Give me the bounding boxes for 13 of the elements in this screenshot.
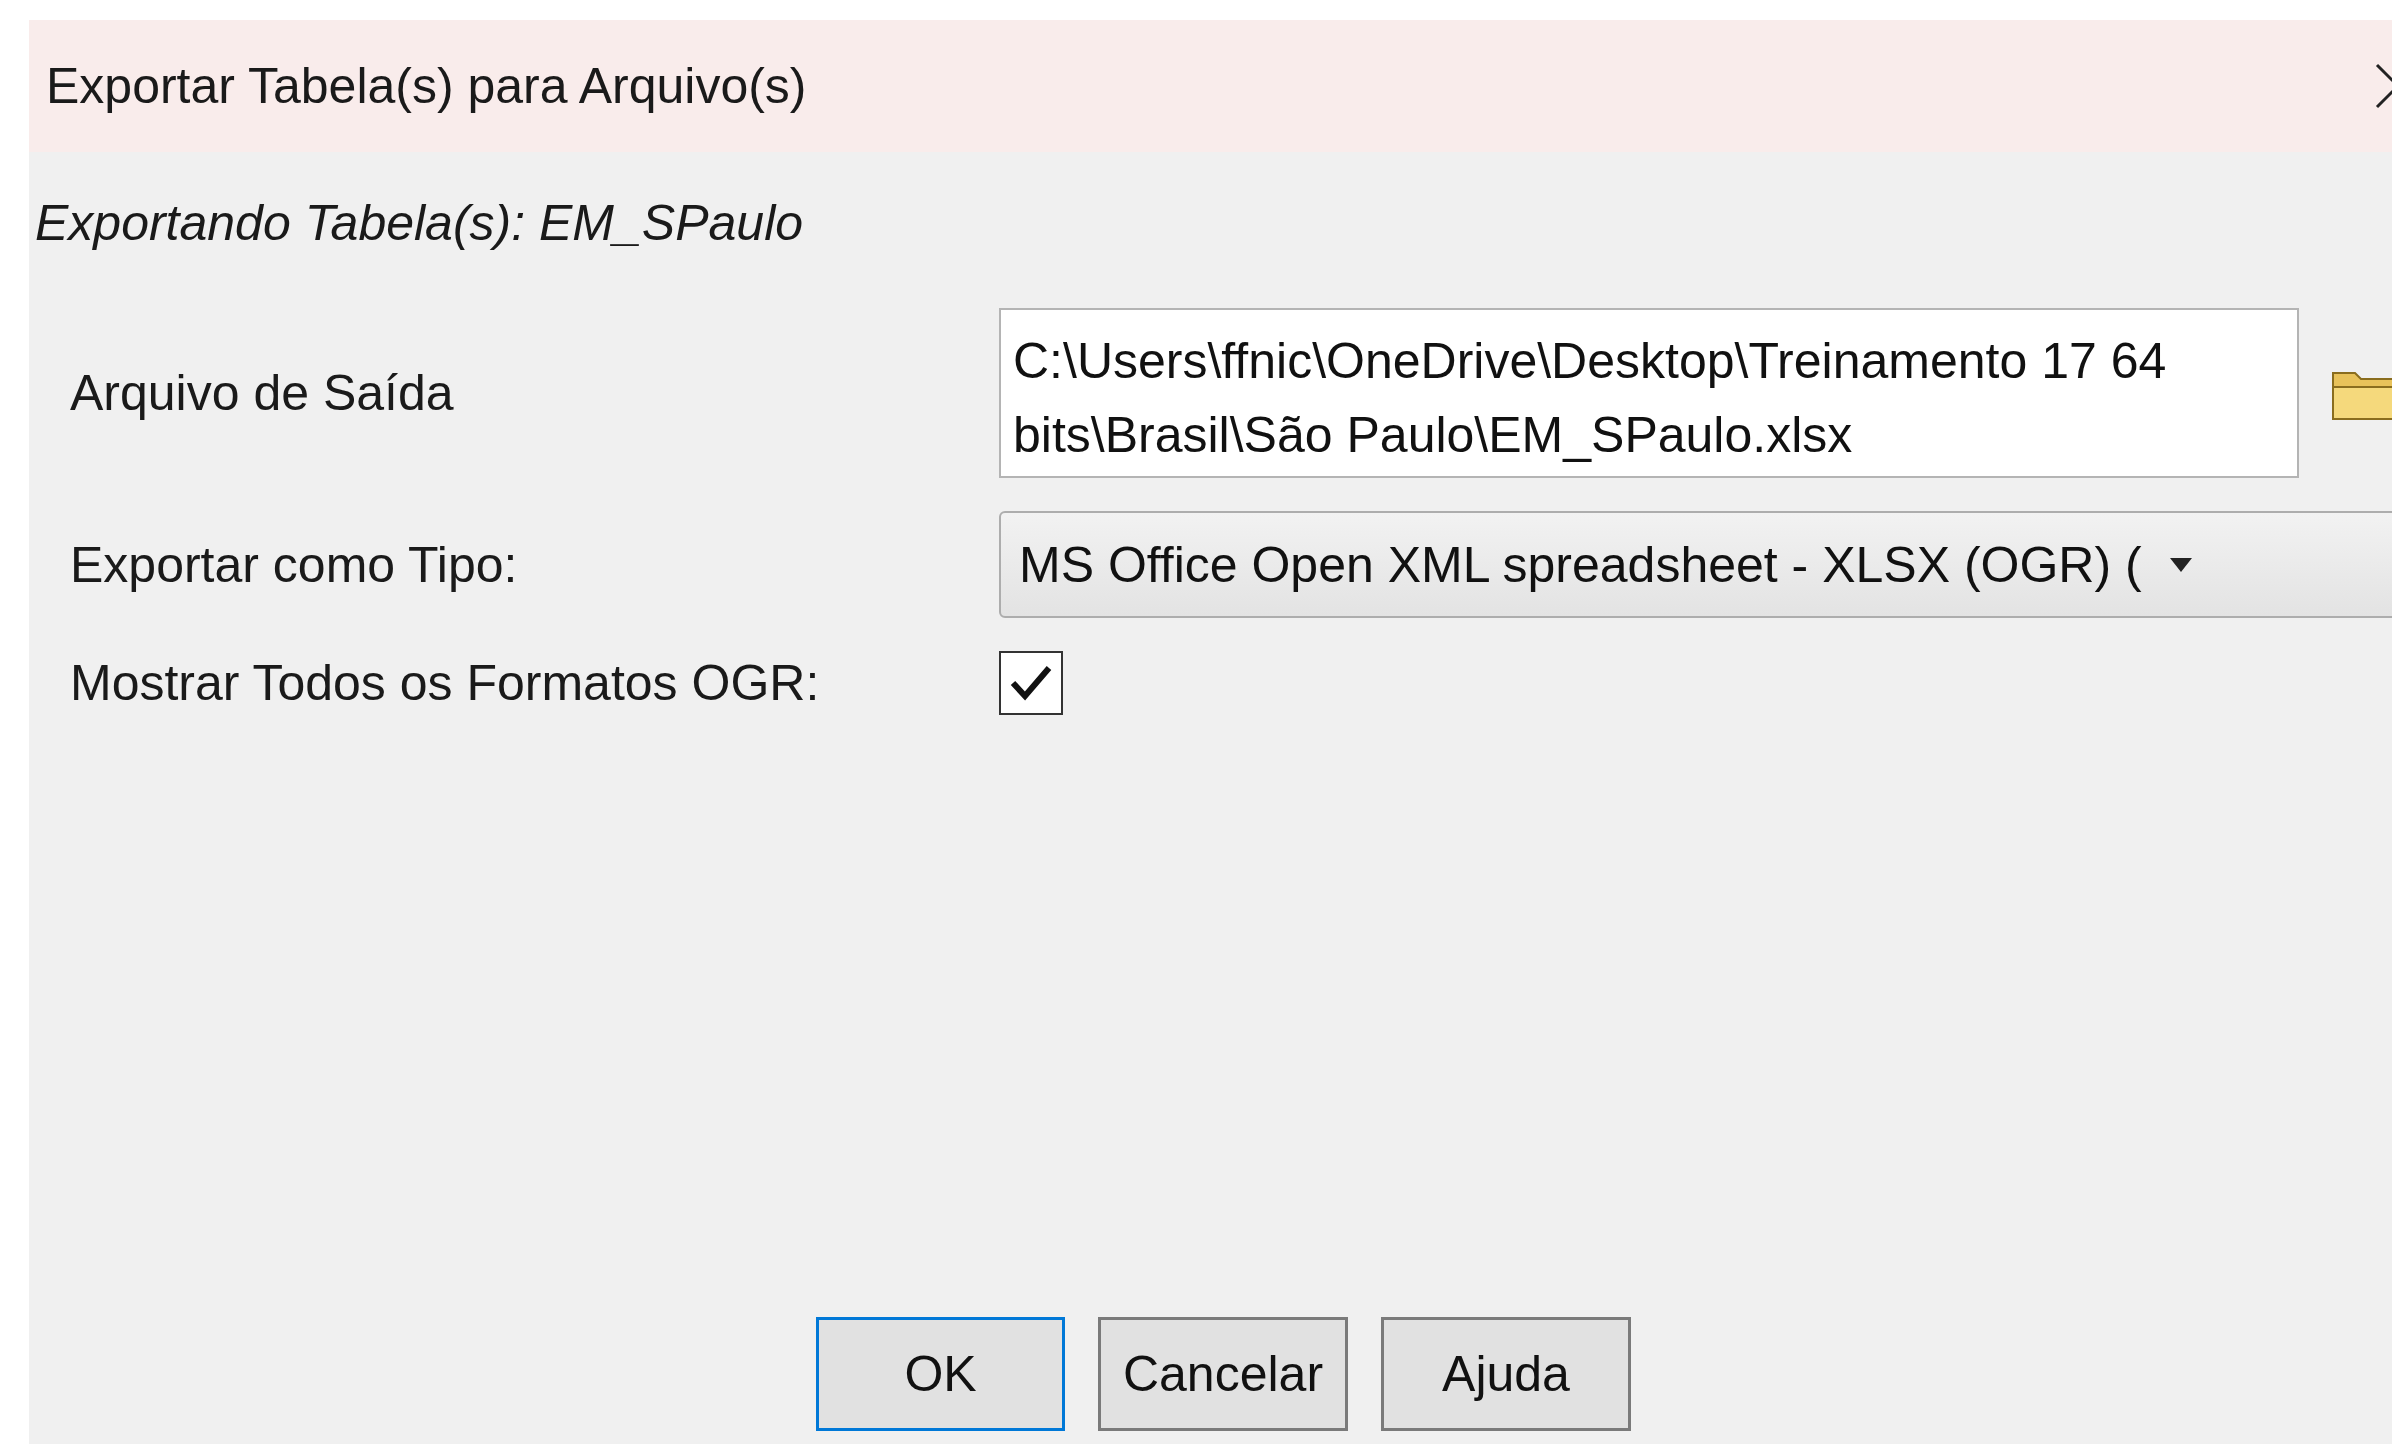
export-subtitle: Exportando Tabela(s): EM_SPaulo [34,194,805,253]
caret-icon [2169,557,2192,572]
field-label: Mostrar Todos os Formatos OGR: [70,654,821,712]
field-label: Exportar como Tipo: [70,535,519,594]
type-dropdown[interactable]: MS Office Open XML spreadsheet - XLSX (OGR) ( [999,511,2392,618]
dialog-button[interactable]: OK [816,1317,1065,1431]
check-icon [1009,663,1053,703]
dialog-button[interactable]: Cancelar [1098,1317,1348,1431]
formats-checkbox[interactable] [999,651,1063,715]
dialog-button[interactable]: Ajuda [1381,1317,1631,1431]
field-label: Arquivo de Saída [70,364,455,422]
window-title: Exportar Tabela(s) para Arquivo(s) [46,57,807,115]
output-file-field[interactable]: C:\Users\ffnic\OneDrive\Desktop\Treinamento 17 64 bits\Brasil\São Paulo\EM_SPaulo.xlsx [999,308,2299,478]
